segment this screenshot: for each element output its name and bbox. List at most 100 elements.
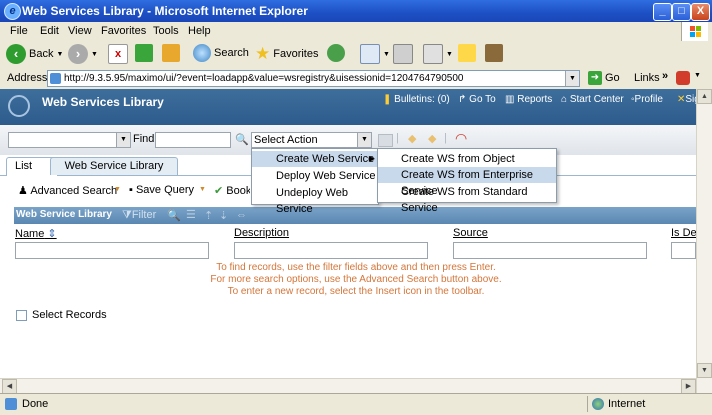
- profile-label: Profile: [634, 94, 663, 105]
- select-action-dropdown[interactable]: Select Action ▼: [251, 132, 372, 148]
- search-label: Search: [214, 47, 249, 59]
- column-source[interactable]: Source: [453, 227, 488, 239]
- discuss-button[interactable]: [458, 44, 476, 62]
- maximize-button[interactable]: □: [672, 3, 691, 21]
- home-button[interactable]: [162, 44, 180, 62]
- find-input[interactable]: [155, 132, 231, 148]
- menu-tools[interactable]: Tools: [153, 25, 179, 37]
- goto-icon: ↱: [458, 94, 470, 105]
- stop-icon: x: [108, 44, 128, 64]
- save-icon[interactable]: [378, 134, 393, 147]
- advanced-search-dropdown-icon[interactable]: ▼: [114, 186, 121, 193]
- start-center-gauge-icon[interactable]: ◠: [455, 130, 467, 147]
- back-button[interactable]: ‹ Back ▼: [6, 44, 63, 64]
- scroll-up-icon[interactable]: ▲: [697, 89, 712, 104]
- edit-button[interactable]: ▼: [423, 44, 453, 64]
- start-center-icon: ⌂: [561, 94, 570, 105]
- start-center-link[interactable]: ⌂ Start Center: [561, 94, 624, 105]
- next-page-icon[interactable]: ⇣: [219, 209, 228, 222]
- goto-link[interactable]: ↱ Go To: [458, 94, 496, 105]
- is-deployed-filter-input[interactable]: [671, 242, 696, 259]
- column-is-deployed[interactable]: Is Deployed: [671, 227, 696, 239]
- scroll-right-icon[interactable]: ▶: [681, 379, 696, 394]
- menu-file[interactable]: File: [10, 25, 28, 37]
- extension-dropdown-icon[interactable]: ▼: [694, 72, 701, 79]
- stop-button[interactable]: x: [108, 44, 128, 64]
- close-button[interactable]: X: [691, 3, 710, 21]
- bulletins-label: Bulletins: (0): [394, 94, 450, 105]
- reports-link[interactable]: ▥ Reports: [505, 94, 552, 105]
- previous-record-icon[interactable]: ◆: [408, 132, 416, 145]
- page-done-icon: [5, 398, 17, 410]
- go-button[interactable]: ➜ Go: [588, 71, 620, 85]
- download-icon[interactable]: ⇔: [236, 209, 247, 221]
- save-query-dropdown-icon[interactable]: ▼: [199, 186, 206, 193]
- toolbar-extension-icon[interactable]: [676, 71, 690, 85]
- query-dropdown-icon[interactable]: ▼: [116, 133, 130, 147]
- menu-item-ws-from-enterprise-service[interactable]: Create WS from Enterprise Service: [378, 167, 556, 197]
- print-button[interactable]: [393, 44, 413, 64]
- horizontal-scrollbar[interactable]: ◀ ▶: [0, 378, 696, 394]
- history-button[interactable]: [327, 44, 345, 62]
- select-action-dropdown-icon[interactable]: ▼: [357, 133, 371, 147]
- description-filter-input[interactable]: [234, 242, 428, 259]
- note-icon: [458, 44, 476, 62]
- menu-edit[interactable]: Edit: [40, 25, 59, 37]
- select-records-control[interactable]: Select Records: [16, 309, 107, 321]
- select-records-label: Select Records: [32, 309, 107, 321]
- search-button[interactable]: Search: [193, 44, 249, 62]
- select-records-checkbox[interactable]: [16, 309, 27, 321]
- previous-page-icon[interactable]: ⇡: [204, 209, 213, 222]
- forward-dropdown-icon: ▼: [91, 50, 98, 58]
- menu-item-create-web-service[interactable]: Create Web Service ▶: [252, 151, 378, 167]
- menu-favorites[interactable]: Favorites: [101, 25, 146, 37]
- address-label: Address: [7, 72, 48, 84]
- vertical-scrollbar[interactable]: ▲ ▼: [696, 89, 712, 393]
- advanced-search-link[interactable]: ♟ Advanced Search: [18, 184, 117, 197]
- menu-item-deploy-web-service[interactable]: Deploy Web Service: [252, 168, 378, 184]
- signout-link[interactable]: ✕Sign Out: [677, 94, 696, 105]
- clear-filter-icon[interactable]: ☰: [186, 208, 196, 221]
- menu-view[interactable]: View: [68, 25, 92, 37]
- profile-link[interactable]: ◦Profile: [631, 94, 663, 105]
- tab-list-label: List: [15, 160, 33, 172]
- menu-item-undeploy-web-service[interactable]: Undeploy Web Service: [252, 185, 378, 215]
- mail-button[interactable]: ▼: [360, 44, 390, 64]
- window-title: Web Services Library - Microsoft Interne…: [22, 4, 308, 18]
- bulletins-link[interactable]: ❚ Bulletins: (0): [383, 94, 450, 105]
- address-dropdown-icon[interactable]: ▼: [565, 71, 579, 86]
- column-description[interactable]: Description: [234, 227, 289, 239]
- refresh-button[interactable]: [135, 44, 153, 62]
- name-filter-input[interactable]: [15, 242, 209, 259]
- bookmarks-link[interactable]: ✔ Bookmarks: [214, 184, 250, 197]
- forward-button[interactable]: › ▼: [68, 44, 98, 64]
- filter-link[interactable]: ⧩Filter: [122, 209, 156, 222]
- window-title-bar: e Web Services Library - Microsoft Inter…: [0, 0, 712, 22]
- create-web-service-label: Create Web Service: [276, 153, 375, 165]
- mail-dropdown-icon: ▼: [383, 50, 390, 58]
- save-query-link[interactable]: ▪ Save Query: [129, 184, 194, 196]
- favorites-button[interactable]: ★ Favorites: [255, 44, 319, 64]
- next-record-icon[interactable]: ◆: [428, 132, 436, 145]
- menu-item-ws-from-standard-service[interactable]: Create WS from Standard Service: [378, 184, 556, 214]
- scroll-left-icon[interactable]: ◀: [2, 379, 17, 394]
- scroll-down-icon[interactable]: ▼: [697, 363, 712, 378]
- address-bar: Address http://9.3.5.95/maximo/ui/?event…: [0, 69, 712, 90]
- table-find-icon[interactable]: 🔍: [167, 209, 181, 222]
- links-label[interactable]: Links: [634, 72, 660, 84]
- links-chevron-icon[interactable]: »: [662, 70, 668, 82]
- tab-web-service-library[interactable]: Web Service Library: [50, 157, 178, 175]
- binoculars-icon[interactable]: 🔍: [235, 133, 249, 146]
- menu-item-ws-from-object-structure[interactable]: Create WS from Object Structure: [378, 151, 556, 181]
- tab-web-service-library-label: Web Service Library: [64, 160, 164, 172]
- menu-help[interactable]: Help: [188, 25, 211, 37]
- research-button[interactable]: [485, 44, 503, 62]
- back-dropdown-icon: ▼: [56, 50, 64, 58]
- minimize-button[interactable]: _: [653, 3, 672, 21]
- address-input[interactable]: http://9.3.5.95/maximo/ui/?event=loadapp…: [47, 70, 580, 87]
- query-select[interactable]: ▼: [8, 132, 131, 148]
- filter-label: Filter: [131, 209, 157, 221]
- page-icon: [50, 73, 61, 84]
- source-filter-input[interactable]: [453, 242, 647, 259]
- column-name[interactable]: Name ⇕: [15, 227, 57, 240]
